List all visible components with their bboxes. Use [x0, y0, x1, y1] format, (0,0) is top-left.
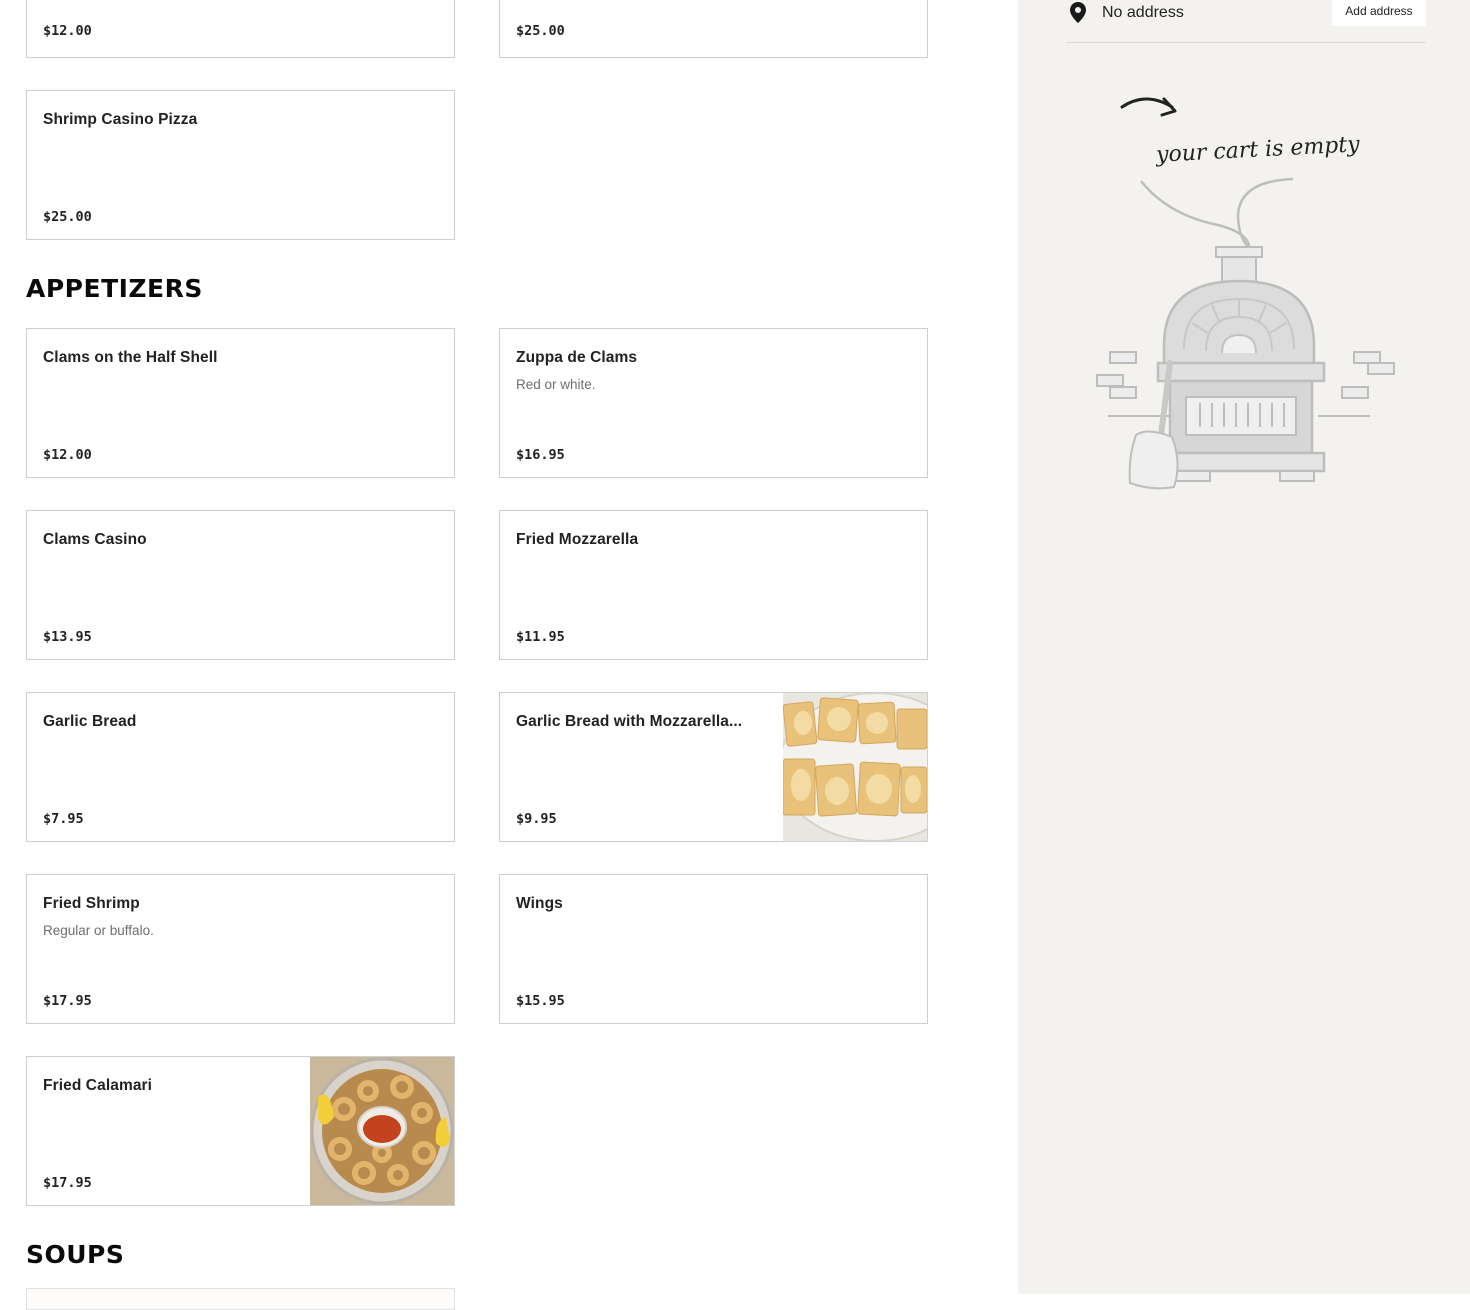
item-price: $12.00: [43, 447, 92, 463]
item-price: $12.00: [43, 23, 92, 39]
section-title-soups: SOUPS: [26, 1240, 125, 1269]
menu-item-card[interactable]: $12.00: [26, 0, 455, 58]
menu-item-card[interactable]: Clams Casino $13.95: [26, 510, 455, 660]
item-price: $9.95: [516, 811, 557, 827]
item-name: Clams on the Half Shell: [43, 349, 218, 366]
location-pin-icon: [1070, 2, 1086, 23]
item-name: Garlic Bread: [43, 713, 137, 730]
item-description: Red or white.: [516, 377, 596, 392]
item-name: Fried Mozzarella: [516, 531, 639, 548]
menu-item-card[interactable]: Fried Shrimp Regular or buffalo. $17.95: [26, 874, 455, 1024]
menu-item-card[interactable]: Garlic Bread $7.95: [26, 692, 455, 842]
item-name: Wings: [516, 895, 563, 912]
menu-item-card[interactable]: Garlic Bread with Mozzarella... $9.95: [499, 692, 928, 842]
empty-cart-message: your cart is empty: [1154, 132, 1360, 168]
item-name: Shrimp Casino Pizza: [43, 111, 198, 128]
address-text: No address: [1102, 4, 1184, 21]
item-name: Fried Calamari: [43, 1077, 153, 1094]
menu-panel: $12.00 $25.00 Shrimp Casino Pizza $25.00…: [0, 0, 1018, 1310]
menu-item-card[interactable]: Zuppa de Clams Red or white. $16.95: [499, 328, 928, 478]
item-price: $25.00: [43, 209, 92, 225]
menu-item-card[interactable]: [26, 1288, 455, 1310]
menu-item-card[interactable]: Fried Calamari $17.95: [26, 1056, 455, 1206]
add-address-button[interactable]: Add address: [1332, 0, 1426, 26]
menu-item-card[interactable]: $25.00: [499, 0, 928, 58]
item-name: Garlic Bread with Mozzarella...: [516, 713, 743, 730]
item-name: Fried Shrimp: [43, 895, 140, 912]
menu-item-card[interactable]: Shrimp Casino Pizza $25.00: [26, 90, 455, 240]
item-price: $16.95: [516, 447, 565, 463]
item-price: $15.95: [516, 993, 565, 1009]
item-price: $17.95: [43, 1175, 92, 1191]
menu-item-card[interactable]: Clams on the Half Shell $12.00: [26, 328, 455, 478]
fried-calamari-photo: [310, 1057, 454, 1205]
menu-item-card[interactable]: Fried Mozzarella $11.95: [499, 510, 928, 660]
item-price: $7.95: [43, 811, 84, 827]
item-name: Clams Casino: [43, 531, 147, 548]
item-name: Zuppa de Clams: [516, 349, 638, 366]
item-price: $11.95: [516, 629, 565, 645]
item-price: $25.00: [516, 23, 565, 39]
item-price: $13.95: [43, 629, 92, 645]
menu-item-card[interactable]: Wings $15.95: [499, 874, 928, 1024]
item-price: $17.95: [43, 993, 92, 1009]
item-description: Regular or buffalo.: [43, 923, 154, 938]
garlic-bread-photo: [783, 693, 927, 841]
delivery-address-row: No address Add address: [1066, 0, 1426, 43]
cart-sidebar: No address Add address your cart is empt…: [1018, 0, 1470, 1294]
section-title-appetizers: APPETIZERS: [26, 274, 203, 303]
empty-cart-illustration: your cart is empty: [1088, 85, 1408, 500]
